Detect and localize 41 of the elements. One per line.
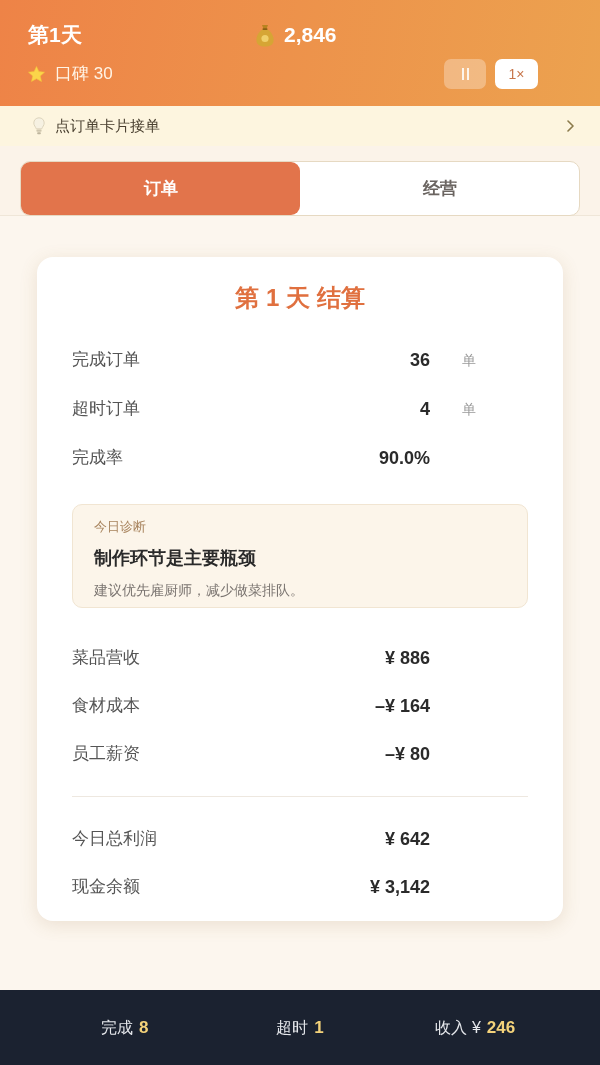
finance-label: 员工薪资 xyxy=(72,743,140,765)
money-bag-icon xyxy=(255,23,275,47)
tab[interactable]: 经营 xyxy=(300,162,579,215)
finance-label: 食材成本 xyxy=(72,695,140,717)
lightbulb-icon xyxy=(33,117,45,135)
stat-label: 超时订单 xyxy=(72,397,140,420)
pause-icon xyxy=(461,68,469,80)
diagnosis-headline: 制作环节是主要瓶颈 xyxy=(94,547,256,570)
tab[interactable]: 订单 xyxy=(21,162,300,215)
reputation-text: 口碑 30 xyxy=(55,63,113,85)
finance-value: –¥ 80 xyxy=(384,743,430,766)
finance-value: –¥ 164 xyxy=(374,695,430,718)
total-value: ¥ 642 xyxy=(384,828,430,851)
diagnosis-advice: 建议优先雇厨师，减少做菜排队。 xyxy=(94,581,304,600)
pause-button[interactable] xyxy=(444,59,486,89)
total-value: ¥ 3,142 xyxy=(369,876,430,899)
unit-label: 单 xyxy=(462,399,476,419)
total-label: 现金余额 xyxy=(72,876,140,898)
status-value: 8 xyxy=(138,1016,149,1039)
status-label: 收入 ¥ xyxy=(435,1017,481,1038)
unit-label: 单 xyxy=(462,350,476,370)
stat-label: 完成订单 xyxy=(72,348,140,371)
stat-value: 4 xyxy=(420,397,430,421)
finance-label: 菜品营收 xyxy=(72,647,140,669)
finance-value: ¥ 886 xyxy=(384,647,430,670)
status-label: 超时 xyxy=(276,1017,309,1038)
speed-button[interactable]: 1× xyxy=(495,59,538,89)
status-value: 246 xyxy=(486,1016,516,1039)
cash-amount: 2,846 xyxy=(284,22,337,48)
status-label: 完成 xyxy=(100,1017,133,1038)
stat-value: 90.0% xyxy=(378,446,430,470)
total-label: 今日总利润 xyxy=(72,828,157,850)
star-icon xyxy=(28,66,45,82)
day-title: 第1天 xyxy=(28,22,82,48)
stat-label: 完成率 xyxy=(72,446,123,469)
hint-text: 点订单卡片接单 xyxy=(55,116,160,136)
status-value: 1 xyxy=(314,1016,324,1039)
diagnosis-label: 今日诊断 xyxy=(94,518,146,536)
card-title: 第 1 天 结算 xyxy=(235,283,365,313)
stat-value: 36 xyxy=(409,348,430,372)
chevron-right-icon xyxy=(567,120,574,132)
